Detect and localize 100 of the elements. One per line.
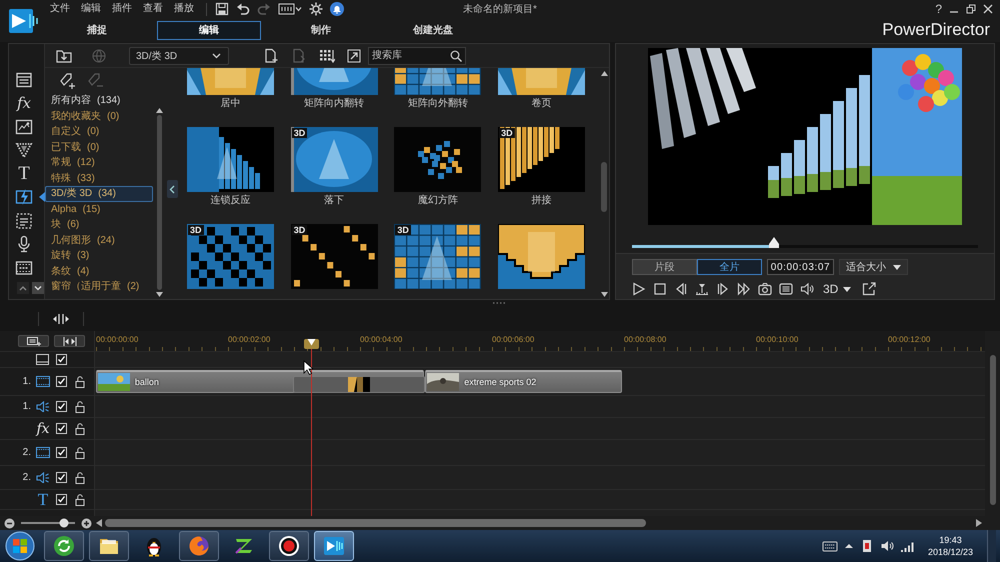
open-padlock-icon[interactable]	[74, 422, 84, 434]
search-field[interactable]: 搜索库	[368, 46, 466, 64]
stop-icon[interactable]	[653, 282, 667, 296]
transition-thumbnail[interactable]	[498, 127, 586, 192]
scrollbar-thumb[interactable]	[990, 355, 996, 505]
expand-icon[interactable]	[347, 48, 361, 62]
track-checkbox[interactable]	[56, 494, 67, 505]
list-panel-icon[interactable]	[15, 70, 33, 89]
seek-handle[interactable]	[768, 237, 779, 248]
range-tab[interactable]: 全片	[697, 259, 762, 275]
marker-icon[interactable]	[695, 282, 709, 296]
keyboard-icon[interactable]	[822, 539, 838, 553]
stereo-3d-button[interactable]: 3D	[821, 282, 856, 296]
settings-icon[interactable]	[309, 2, 323, 16]
volume-icon[interactable]	[880, 539, 894, 553]
scroll-right-icon[interactable]	[976, 519, 982, 527]
play-icon[interactable]	[632, 282, 646, 296]
category-item[interactable]: 3D/类 3D (34)	[45, 186, 153, 202]
scrollbar-thumb[interactable]	[156, 115, 162, 290]
category-item[interactable]: 已下载 (0)	[45, 140, 153, 155]
title-room-tab[interactable]: T	[18, 164, 30, 183]
track-checkbox[interactable]	[56, 376, 67, 387]
save-icon[interactable]	[215, 2, 229, 16]
video-clip[interactable]: extreme sports 02	[425, 370, 622, 393]
taskbar-app-button[interactable]	[269, 531, 309, 561]
mode-tab[interactable]: 制作	[269, 20, 373, 40]
mode-tab[interactable]: 捕捉	[45, 20, 149, 40]
particle-icon[interactable]	[15, 141, 33, 160]
category-item[interactable]: 所有内容 (134)	[45, 93, 153, 108]
scroll-down-icon[interactable]	[600, 292, 608, 297]
category-item[interactable]: 常规 (12)	[45, 155, 153, 170]
close-icon[interactable]	[983, 4, 993, 14]
track-checkbox[interactable]	[56, 472, 67, 483]
undo-icon[interactable]	[236, 2, 250, 16]
transition-thumbnail[interactable]	[187, 68, 274, 95]
effects-room-tab[interactable]: fx	[16, 94, 31, 112]
transition-clip[interactable]	[292, 376, 426, 393]
menu-item[interactable]: 插件	[107, 1, 138, 17]
collapse-button[interactable]	[166, 180, 178, 198]
caret-up-icon[interactable]	[844, 541, 854, 551]
aspect-ratio-icon[interactable]	[278, 2, 302, 16]
category-dropdown[interactable]: 3D/类 3D	[129, 46, 229, 64]
transition-thumbnail[interactable]	[187, 224, 274, 289]
category-item[interactable]: 特殊 (33)	[45, 170, 153, 186]
next-frame-icon[interactable]	[716, 282, 730, 296]
track-checkbox[interactable]	[56, 423, 67, 434]
open-padlock-icon[interactable]	[74, 494, 84, 506]
scroll-left-icon[interactable]	[96, 519, 102, 527]
previous-frame-icon[interactable]	[674, 282, 688, 296]
track-manager-button[interactable]	[18, 335, 49, 347]
transition-thumbnail[interactable]	[394, 127, 482, 192]
track-checkbox[interactable]	[56, 354, 67, 365]
split-arrows-icon[interactable]	[53, 312, 69, 324]
fit-dropdown[interactable]: 适合大小	[839, 259, 908, 275]
transition-thumbnail[interactable]	[290, 127, 378, 192]
fit-timeline-button[interactable]	[54, 335, 85, 347]
category-item[interactable]: 几何图形 (24)	[45, 232, 153, 248]
transition-thumbnail[interactable]	[498, 68, 586, 95]
scroll-up-icon[interactable]	[17, 282, 29, 294]
transition-icon[interactable]	[15, 188, 33, 206]
category-item[interactable]: 条纹 (4)	[45, 264, 153, 279]
pop-out-icon[interactable]	[862, 282, 876, 296]
mode-tab[interactable]: 创建光盘	[381, 20, 485, 40]
category-item[interactable]: 自定义 (0)	[45, 124, 153, 140]
range-tab[interactable]: 片段	[632, 259, 697, 275]
camera-icon[interactable]	[758, 282, 772, 296]
notification-icon[interactable]	[330, 2, 344, 16]
start-button[interactable]	[4, 530, 36, 562]
scroll-down-icon[interactable]	[32, 282, 44, 294]
playhead-handle[interactable]	[304, 339, 319, 349]
list-icon[interactable]	[779, 282, 793, 296]
menu-item[interactable]: 查看	[138, 1, 169, 17]
transition-thumbnail[interactable]	[290, 68, 378, 95]
fast-forward-icon[interactable]	[737, 282, 751, 296]
picture-in-picture-icon[interactable]	[15, 118, 33, 136]
import-media-icon[interactable]	[55, 48, 73, 64]
open-padlock-icon[interactable]	[74, 446, 84, 458]
menu-item[interactable]: 编辑	[76, 1, 107, 17]
new-file-icon[interactable]	[263, 48, 279, 64]
zoom-out-icon[interactable]	[4, 518, 15, 528]
restore-icon[interactable]	[966, 4, 976, 14]
chapter-frame-icon[interactable]	[15, 258, 33, 277]
scroll-down-icon[interactable]	[156, 292, 162, 297]
scroll-up-icon[interactable]	[600, 71, 608, 76]
transition-thumbnail[interactable]	[187, 127, 274, 192]
scroll-up-icon[interactable]	[156, 108, 162, 113]
menu-item[interactable]: 播放	[169, 1, 200, 17]
track-checkbox[interactable]	[56, 401, 67, 412]
taskbar-app-button[interactable]	[314, 531, 354, 561]
zoom-slider-thumb[interactable]	[59, 518, 70, 528]
scrollbar-thumb[interactable]	[105, 519, 646, 527]
menu-item[interactable]: 文件	[45, 1, 76, 17]
help-button[interactable]: ?	[935, 2, 942, 16]
transition-thumbnail[interactable]	[394, 68, 482, 95]
mode-tab[interactable]: 编辑	[157, 20, 261, 40]
transition-thumbnail[interactable]	[394, 224, 482, 289]
subtitle-icon[interactable]	[15, 212, 33, 230]
taskbar-app-button[interactable]	[89, 531, 129, 561]
add-tag-icon[interactable]	[59, 72, 77, 90]
grid-sort-icon[interactable]	[319, 48, 335, 64]
